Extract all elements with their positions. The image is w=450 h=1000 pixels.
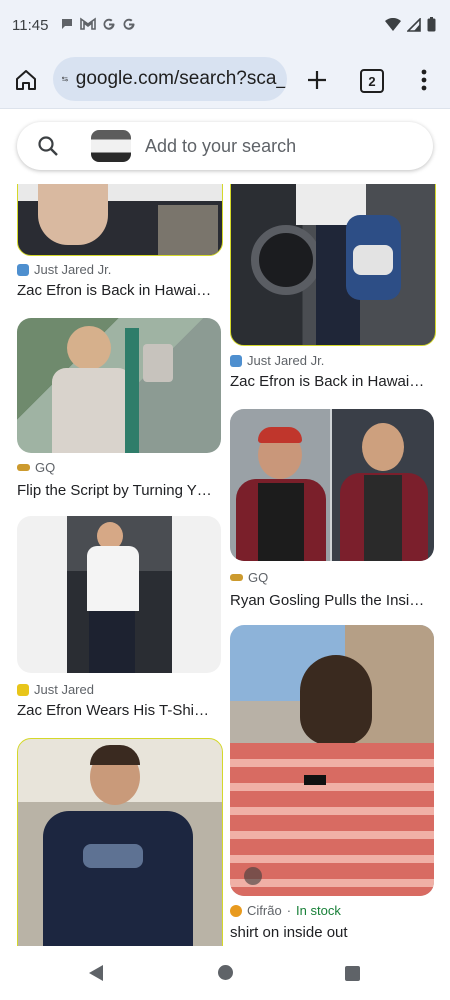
result-source: Cifrão · In stock bbox=[230, 903, 341, 918]
result-card[interactable]: Just Jared Zac Efron Wears His T-Shir… bbox=[17, 516, 221, 728]
favicon bbox=[17, 683, 29, 696]
home-button[interactable] bbox=[12, 66, 40, 94]
result-title: shirt on inside out bbox=[230, 924, 348, 941]
stock-separator: · bbox=[286, 903, 292, 918]
status-time: 11:45 bbox=[12, 17, 49, 34]
result-title: Ryan Gosling Pulls the Insi… bbox=[230, 592, 425, 609]
result-card[interactable] bbox=[17, 738, 223, 946]
back-icon[interactable] bbox=[88, 964, 104, 982]
url-text: google.com/search?sca_ bbox=[75, 68, 287, 89]
site-settings-icon[interactable] bbox=[62, 71, 68, 87]
favicon bbox=[17, 464, 30, 471]
result-title: Zac Efron is Back in Hawai… bbox=[230, 373, 425, 390]
favicon bbox=[17, 263, 29, 276]
favicon bbox=[230, 574, 243, 581]
result-card[interactable]: Just Jared Jr. Zac Efron is Back in Hawa… bbox=[17, 184, 223, 299]
query-image-thumbnail[interactable] bbox=[91, 130, 131, 162]
stock-status: In stock bbox=[296, 903, 341, 918]
new-tab-button[interactable] bbox=[302, 65, 332, 95]
result-card[interactable]: GQ Ryan Gosling Pulls the Insi… bbox=[230, 409, 434, 611]
chat-icon bbox=[62, 19, 72, 29]
address-bar[interactable]: google.com/search?sca_ bbox=[53, 57, 287, 101]
result-card[interactable]: Just Jared Jr. Zac Efron is Back in Hawa… bbox=[230, 184, 436, 394]
search-icon bbox=[38, 136, 58, 156]
source-name: Just Jared bbox=[34, 682, 94, 697]
status-bar: 11:45 bbox=[0, 0, 450, 52]
signal-icon bbox=[407, 17, 421, 32]
result-source: Just Jared Jr. bbox=[17, 262, 111, 277]
favicon bbox=[230, 904, 242, 917]
result-image[interactable] bbox=[230, 625, 434, 896]
gmail-icon bbox=[80, 17, 96, 30]
source-name: Cifrão bbox=[247, 903, 282, 918]
source-name: GQ bbox=[248, 570, 269, 585]
result-source: Just Jared Jr. bbox=[230, 353, 324, 368]
source-name: GQ bbox=[35, 460, 56, 475]
result-image[interactable] bbox=[230, 409, 434, 561]
image-results: Just Jared Jr. Zac Efron is Back in Hawa… bbox=[0, 184, 450, 946]
result-image[interactable] bbox=[17, 318, 221, 453]
result-title: Zac Efron is Back in Hawai… bbox=[17, 282, 212, 299]
source-name: Just Jared Jr. bbox=[247, 353, 325, 368]
result-card[interactable]: Cifrão · In stock shirt on inside out bbox=[230, 625, 434, 943]
result-card[interactable]: GQ Flip the Script by Turning Y… bbox=[17, 318, 221, 499]
result-image[interactable] bbox=[17, 738, 223, 946]
result-image[interactable] bbox=[17, 516, 221, 673]
home-icon bbox=[16, 70, 36, 90]
battery-icon bbox=[427, 17, 436, 32]
search-box[interactable]: Add to your search bbox=[17, 122, 433, 170]
result-image[interactable] bbox=[17, 184, 223, 256]
result-source: GQ bbox=[17, 460, 55, 475]
result-image[interactable] bbox=[230, 184, 436, 346]
tab-switcher-button[interactable]: 2 bbox=[360, 69, 384, 93]
recents-icon[interactable] bbox=[345, 966, 360, 981]
source-name: Just Jared Jr. bbox=[34, 262, 112, 277]
result-title: Zac Efron Wears His T-Shir… bbox=[17, 702, 213, 719]
wifi-icon bbox=[385, 17, 401, 31]
home-nav-icon[interactable] bbox=[218, 965, 233, 980]
result-source: Just Jared bbox=[17, 682, 94, 697]
more-vert-icon bbox=[421, 69, 427, 91]
search-placeholder: Add to your search bbox=[145, 136, 297, 156]
system-icons bbox=[385, 17, 436, 32]
plus-icon bbox=[308, 71, 326, 89]
notification-icons bbox=[60, 17, 136, 31]
system-nav-bar bbox=[0, 946, 450, 1000]
result-source: GQ bbox=[230, 570, 268, 585]
browser-toolbar: google.com/search?sca_ 2 bbox=[0, 52, 450, 109]
overflow-menu-button[interactable] bbox=[414, 66, 434, 94]
favicon bbox=[230, 354, 242, 367]
result-title: Flip the Script by Turning Y… bbox=[17, 482, 212, 499]
google-icon bbox=[103, 18, 115, 30]
google-icon bbox=[123, 18, 135, 30]
